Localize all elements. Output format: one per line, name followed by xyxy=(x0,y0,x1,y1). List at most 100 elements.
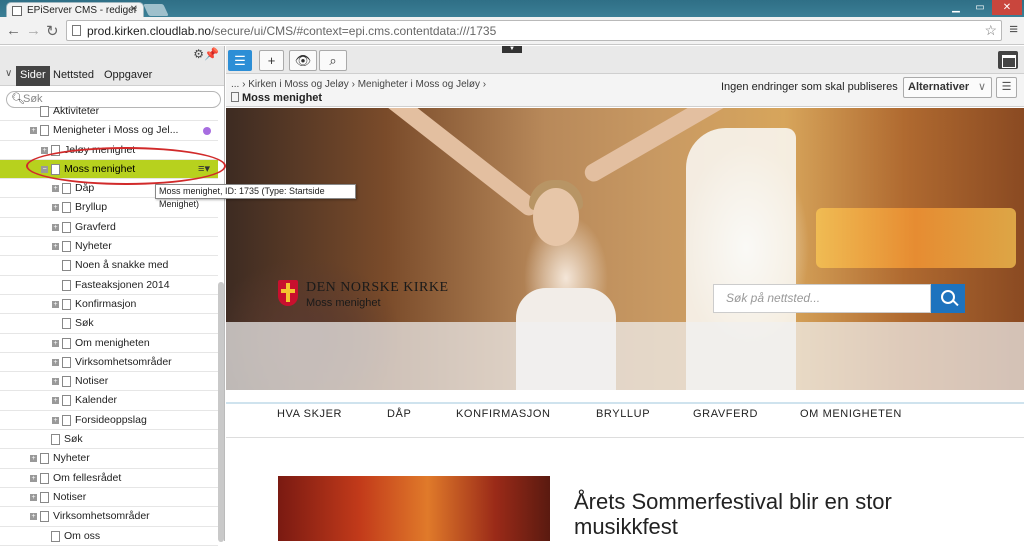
article-title[interactable]: Årets Sommerfestival blir en stor musikk… xyxy=(574,489,974,539)
tree-item[interactable]: Aktiviteter xyxy=(0,102,218,122)
tree-item[interactable]: + Om fellesrådet xyxy=(0,469,218,488)
expand-icon[interactable]: + xyxy=(52,223,59,231)
expand-icon[interactable]: + xyxy=(52,358,59,366)
assets-panel-button[interactable] xyxy=(998,51,1018,69)
expand-icon[interactable]: + xyxy=(52,416,59,424)
view-settings-icon[interactable]: ⌕ xyxy=(319,50,347,71)
page-icon xyxy=(51,530,60,542)
tree-item[interactable]: Søk xyxy=(0,430,218,450)
publish-status: Ingen endringer som skal publiseres xyxy=(721,81,898,93)
tree-item-label: Noen å snakke med xyxy=(75,259,169,272)
expand-icon[interactable]: + xyxy=(52,300,59,308)
tree-scrollbar[interactable] xyxy=(218,282,224,542)
tree-item-label: Kalender xyxy=(75,394,118,407)
minimize-icon[interactable]: ▁ xyxy=(944,0,968,15)
tree-item[interactable]: + Kalender xyxy=(0,391,218,411)
menu-item-om-menigheten[interactable]: OM MENIGHETEN xyxy=(800,408,902,420)
preview-eye-icon[interactable]: 👁 xyxy=(289,50,317,71)
toolbar-dropdown-icon[interactable]: ▼ xyxy=(502,46,522,53)
tree-item[interactable]: + Menigheter i Moss og Jel... xyxy=(0,121,218,141)
tree-item[interactable]: + Virksomhetsområder xyxy=(0,507,218,527)
expand-icon[interactable]: + xyxy=(30,455,37,463)
page-icon xyxy=(62,318,71,330)
hero-candles xyxy=(816,208,1016,268)
options-button[interactable]: Alternativer ∨ xyxy=(903,77,992,98)
forward-icon[interactable]: → xyxy=(26,22,41,39)
tree-item-label: Søk xyxy=(64,433,83,446)
tree-item[interactable]: + Virksomhetsområder xyxy=(0,353,218,373)
tree-item[interactable]: + Om menigheten xyxy=(0,334,218,353)
page-icon xyxy=(62,376,71,388)
back-icon[interactable]: ← xyxy=(6,22,21,39)
site-search-button[interactable] xyxy=(931,284,965,313)
site-search-input[interactable]: Søk på nettsted... xyxy=(713,284,931,313)
tree-item[interactable]: + Konfirmasjon xyxy=(0,295,218,315)
brand-name: DEN NORSKE KIRKE xyxy=(306,280,449,295)
expand-icon[interactable]: + xyxy=(52,185,59,193)
browser-titlebar: EPiServer CMS - rediger ✕ ▁ ▭ ✕ xyxy=(0,0,1024,18)
tree-item[interactable]: Noen å snakke med xyxy=(0,256,218,276)
menu-item-dap[interactable]: DÅP xyxy=(387,408,411,420)
pin-icon[interactable]: 📌 xyxy=(204,47,219,61)
page-icon xyxy=(62,260,71,272)
tree-item[interactable]: Om oss xyxy=(0,527,218,546)
maximize-icon[interactable]: ▭ xyxy=(968,0,992,15)
toggle-navigation-button[interactable]: ☰ xyxy=(228,50,252,71)
chevron-down-icon[interactable]: ∨ xyxy=(5,68,12,79)
list-view-icon[interactable]: ☰ xyxy=(996,77,1017,98)
tree-item[interactable]: + Gravferd xyxy=(0,218,218,238)
tab-sider[interactable]: Sider xyxy=(16,66,50,86)
page-icon xyxy=(40,453,49,465)
reload-icon[interactable]: ↻ xyxy=(46,22,59,40)
menu-item-konfirmasjon[interactable]: KONFIRMASJON xyxy=(456,408,551,420)
breadcrumb[interactable]: ... › Kirken i Moss og Jeløy › Menighete… xyxy=(231,79,486,90)
tree-item-label: Notiser xyxy=(53,490,87,503)
expand-icon[interactable]: + xyxy=(52,204,59,212)
expand-icon[interactable]: + xyxy=(30,474,37,482)
site-main-menu: HVA SKJER DÅP KONFIRMASJON BRYLLUP GRAVF… xyxy=(226,402,1024,438)
expand-icon[interactable]: + xyxy=(30,493,37,501)
close-icon[interactable]: ✕ xyxy=(130,4,138,15)
expand-icon[interactable]: + xyxy=(30,127,37,135)
tree-item-label: Menigheter i Moss og Jel... xyxy=(53,124,179,137)
breadcrumb-bar: ... › Kirken i Moss og Jeløy › Menighete… xyxy=(226,74,1024,107)
expand-icon[interactable]: + xyxy=(52,378,59,386)
panel-tabs: ∨ Sider Nettsted Oppgaver xyxy=(0,64,224,86)
tab-title: EPiServer CMS - rediger xyxy=(27,5,138,16)
expand-icon[interactable]: + xyxy=(52,397,59,405)
new-tab-button[interactable] xyxy=(143,4,169,16)
page-icon xyxy=(62,298,71,310)
tree-item-label: Bryllup xyxy=(75,201,108,214)
expand-icon[interactable]: + xyxy=(41,146,48,154)
header-overlay xyxy=(226,322,1024,390)
bookmark-star-icon[interactable]: ☆ xyxy=(984,22,997,39)
expand-icon[interactable]: + xyxy=(52,339,59,347)
tree-tooltip: Moss menighet, ID: 1735 (Type: Startside… xyxy=(155,184,356,209)
tree-item[interactable]: + Notiser xyxy=(0,488,218,508)
tab-nettsted[interactable]: Nettsted xyxy=(49,66,98,86)
browser-menu-icon[interactable]: ≡ xyxy=(1009,21,1018,38)
panel-header: ⚙ 📌 xyxy=(0,46,224,64)
tree-item-label: Søk xyxy=(75,317,94,330)
menu-item-gravferd[interactable]: GRAVFERD xyxy=(693,408,758,420)
gear-icon[interactable]: ⚙ xyxy=(193,47,204,61)
tree-item-label: Aktiviteter xyxy=(53,105,100,117)
expand-icon[interactable]: + xyxy=(30,513,37,521)
browser-tab[interactable]: EPiServer CMS - rediger ✕ xyxy=(6,2,144,18)
page-icon xyxy=(62,279,71,291)
tree-item[interactable]: + Nyheter xyxy=(0,237,218,257)
menu-item-hva-skjer[interactable]: HVA SKJER xyxy=(277,408,342,420)
article-image[interactable] xyxy=(278,476,550,541)
window-close-icon[interactable]: ✕ xyxy=(992,0,1022,15)
tree-item[interactable]: + Nyheter xyxy=(0,449,218,469)
address-bar[interactable]: prod.kirken.cloudlab.no/secure/ui/CMS/#c… xyxy=(66,20,1002,41)
tree-item[interactable]: Søk xyxy=(0,314,218,334)
menu-item-bryllup[interactable]: BRYLLUP xyxy=(596,408,650,420)
expand-icon[interactable]: + xyxy=(52,243,59,251)
add-button[interactable]: + xyxy=(259,50,284,71)
tab-oppgaver[interactable]: Oppgaver xyxy=(100,66,156,86)
tree-item[interactable]: + Forsideoppslag xyxy=(0,411,218,431)
tree-item[interactable]: + Notiser xyxy=(0,372,218,392)
tree-item-label: Gravferd xyxy=(75,220,116,233)
tree-item[interactable]: Fasteaksjonen 2014 xyxy=(0,276,218,295)
